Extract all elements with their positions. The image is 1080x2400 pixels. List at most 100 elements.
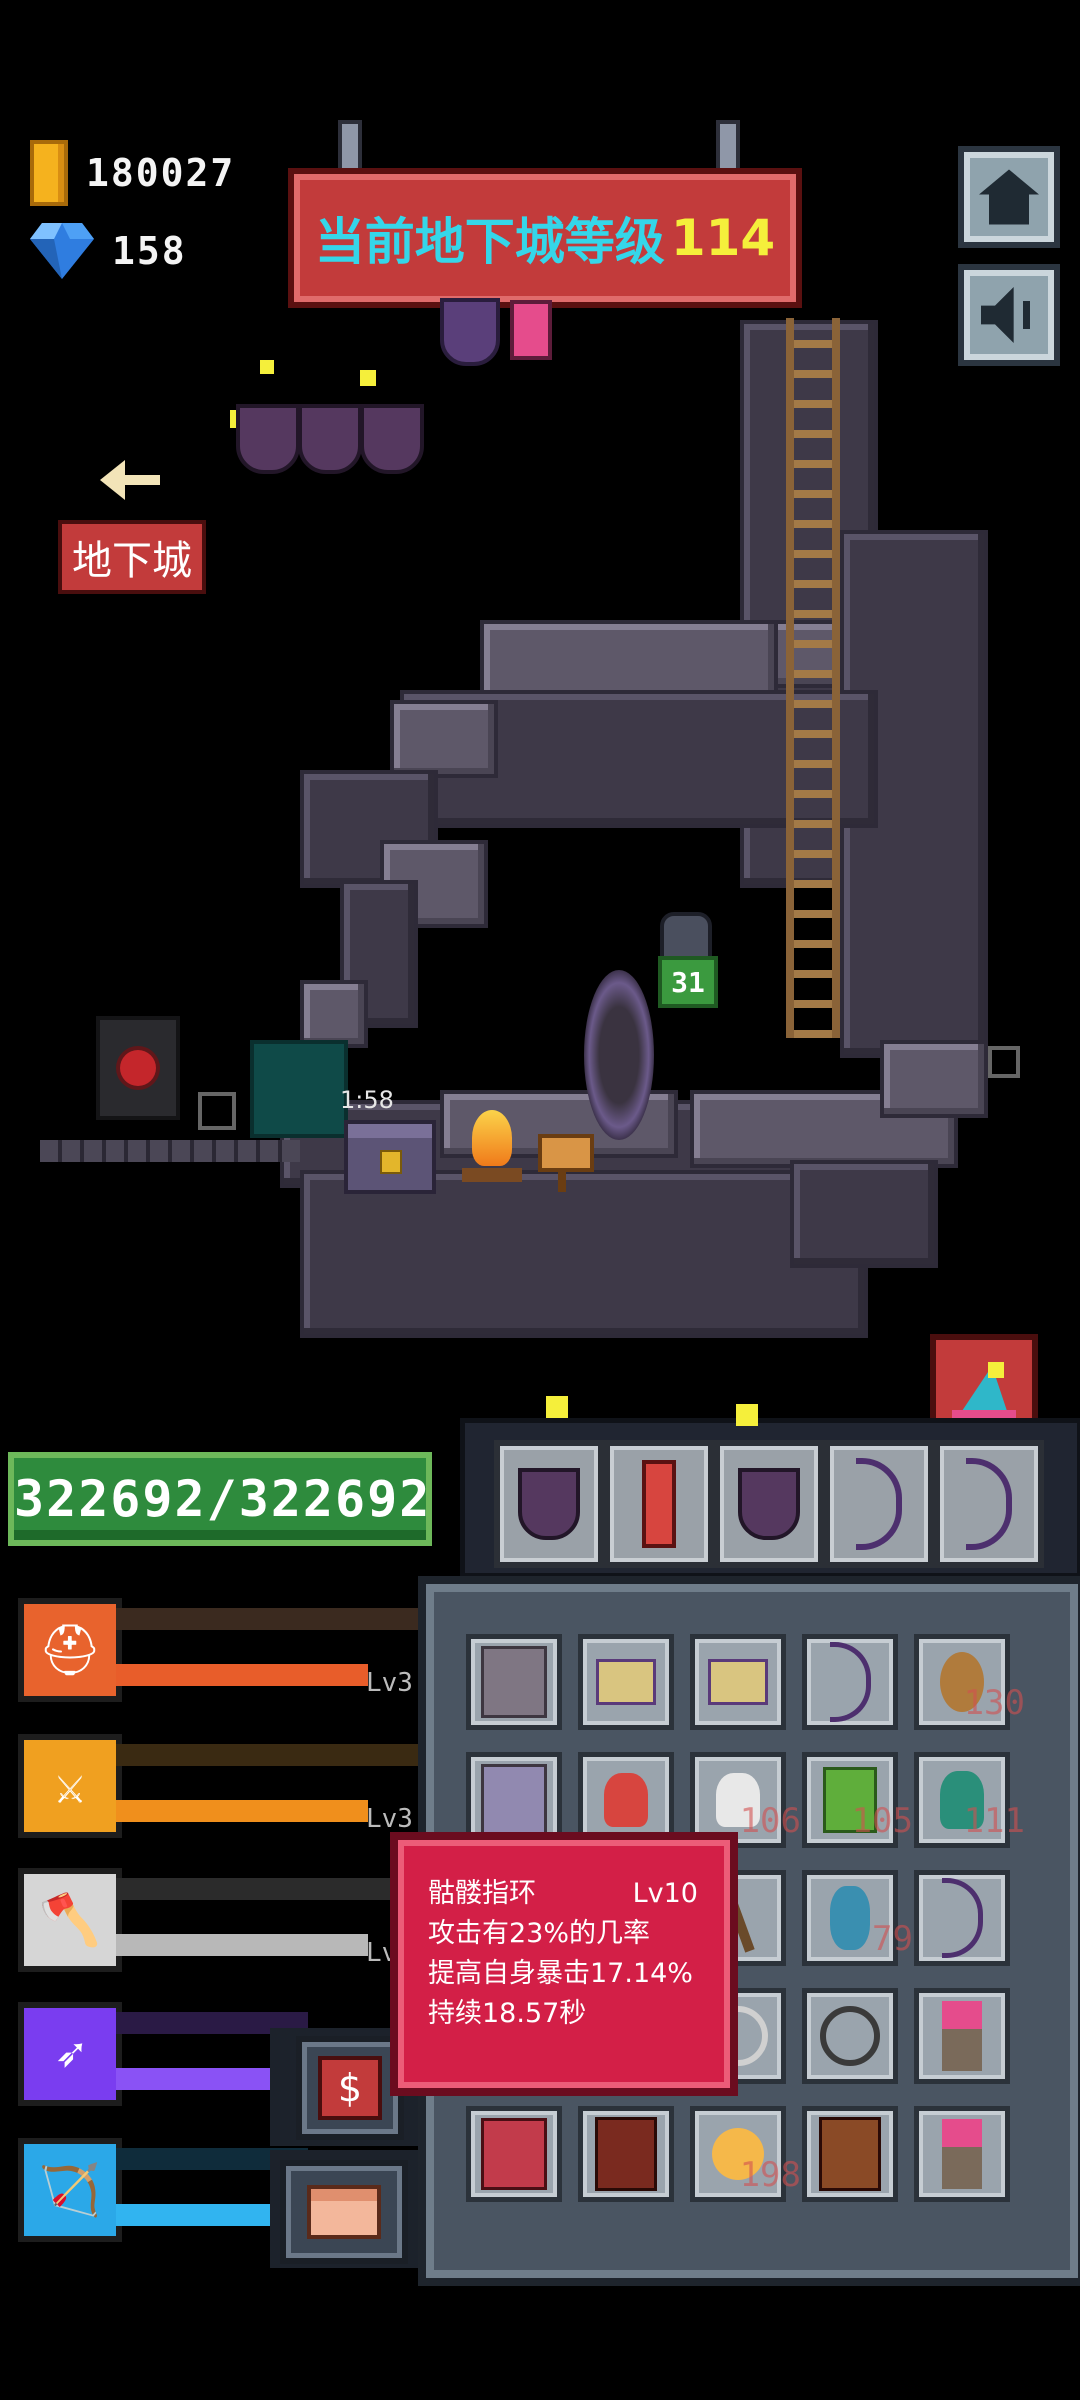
skull-hammer-icon — [708, 1659, 768, 1705]
skill-level: Lv3 — [366, 1668, 413, 1698]
banner-level: 114 — [670, 209, 776, 267]
red-potion-icon — [604, 1773, 648, 1827]
red-sword-icon — [642, 1460, 676, 1548]
tooltip-line: 持续18.57秒 — [428, 1998, 587, 2029]
gold-amount: 180027 — [86, 151, 236, 195]
shield-icon — [518, 1468, 580, 1540]
red-bow-map-icon — [481, 2118, 547, 2190]
portal[interactable] — [584, 970, 654, 1140]
skill-row-2[interactable]: ⚔ Lv3 — [18, 1734, 418, 1844]
bow-map-icon — [481, 1646, 547, 1718]
gem-counter: 158 — [30, 222, 187, 280]
inventory-slot[interactable] — [578, 1634, 674, 1730]
equip-slot-bow[interactable] — [824, 1440, 934, 1568]
inventory-slot[interactable] — [466, 2106, 562, 2202]
campfire[interactable] — [462, 1110, 522, 1186]
crossed-swords-icon: ⚔ — [18, 1734, 122, 1838]
inventory-slot[interactable] — [914, 2106, 1010, 2202]
sparkle — [736, 1404, 758, 1426]
item-count: 79 — [872, 1919, 913, 1959]
item-count: 130 — [963, 1683, 1025, 1723]
inventory-slot[interactable]: 105 — [802, 1752, 913, 1848]
inventory-slot[interactable]: 111 — [914, 1752, 1025, 1848]
ring-icon — [820, 2006, 880, 2066]
flame-icon — [472, 1110, 512, 1166]
skill-row-3[interactable]: 🪓 Lv — [18, 1868, 418, 1978]
player-hp-text: 322692/322692 — [14, 1470, 432, 1528]
enemy-sprite[interactable] — [660, 912, 712, 960]
tooltip-line: 提高自身暴击17.14% — [428, 1958, 693, 1989]
switch-icon[interactable] — [198, 1092, 236, 1130]
bow-arrows-icon: 🏹 — [18, 2138, 122, 2242]
equip-slot-sword[interactable] — [604, 1440, 714, 1568]
treasure-chest[interactable] — [344, 1120, 436, 1194]
inventory-slot[interactable] — [690, 1634, 786, 1730]
tooltip-item-name: 骷髅指环 — [428, 1878, 536, 1909]
bow-icon — [966, 1458, 1012, 1550]
inventory-slot[interactable] — [578, 2106, 674, 2202]
skull-hammer-icon — [596, 1659, 656, 1705]
skill-level: Lv3 — [366, 1804, 413, 1834]
blue-vase-icon — [830, 1886, 870, 1950]
ladder[interactable] — [786, 318, 840, 1038]
back-arrow-icon[interactable] — [100, 460, 160, 500]
signpost-pole — [558, 1168, 566, 1192]
inventory-slot[interactable]: 79 — [802, 1870, 913, 1966]
item-count: 111 — [963, 1801, 1025, 1841]
red-eye-icon — [120, 1050, 156, 1086]
helmet-icon: ⛑ — [18, 1598, 122, 1702]
wizard-hat-icon — [952, 1362, 1016, 1422]
item-count: 105 — [851, 1801, 913, 1841]
axe-icon: 🪓 — [18, 1868, 122, 1972]
banner-title: 当前地下城等级 — [314, 213, 665, 271]
diamond-icon — [30, 223, 94, 279]
dollar-icon: $ — [318, 2056, 382, 2120]
gold-counter: 180027 — [30, 140, 235, 206]
bow-icon — [829, 1642, 871, 1722]
item-tooltip: 骷髅指环 Lv10 攻击有23%的几率 提高自身暴击17.14% 持续18.57… — [390, 1832, 738, 2096]
spellbook-icon — [819, 2117, 881, 2191]
treasure-button[interactable] — [280, 2160, 408, 2264]
inventory-slot[interactable]: 130 — [914, 1634, 1025, 1730]
home-icon — [979, 169, 1039, 225]
gold-coin-icon — [30, 140, 68, 206]
equip-slot-bow-2[interactable] — [934, 1440, 1044, 1568]
shield-icon — [738, 1468, 800, 1540]
dungeon-button[interactable]: 地下城 — [58, 520, 206, 594]
home-button[interactable] — [958, 146, 1060, 248]
shop-button[interactable]: $ — [296, 2036, 404, 2140]
switch-icon[interactable] — [988, 1046, 1020, 1078]
chest-timer: 1:58 — [340, 1086, 394, 1114]
sparkle — [546, 1396, 568, 1418]
skill-row-1[interactable]: ⛑ Lv3 — [18, 1598, 418, 1708]
pink-axe-icon — [942, 2119, 982, 2189]
tooltip-line: 攻击有23%的几率 — [428, 1918, 651, 1949]
inventory-slot[interactable] — [914, 1870, 1010, 1966]
arrows-icon: ➶ — [18, 2002, 122, 2106]
tooltip-item-level: Lv10 — [632, 1878, 698, 1909]
bow-icon — [856, 1458, 902, 1550]
inventory-slot[interactable] — [466, 1634, 562, 1730]
item-count: 198 — [739, 2155, 801, 2195]
chest-icon — [307, 2185, 381, 2239]
inventory-slot[interactable] — [914, 1988, 1010, 2084]
player-hp-bar: 322692/322692 — [8, 1452, 432, 1546]
dungeon-level-banner: 当前地下城等级 114 — [288, 168, 802, 308]
equip-slot-shield[interactable] — [494, 1440, 604, 1568]
signpost[interactable] — [538, 1134, 594, 1172]
bow-icon — [941, 1878, 983, 1958]
inventory-slot[interactable]: 198 — [690, 2106, 801, 2202]
bow-map-icon — [481, 1764, 547, 1836]
dungeon-scene — [40, 300, 1030, 1360]
pink-axe-icon — [942, 2001, 982, 2071]
inventory-slot[interactable] — [802, 1988, 898, 2084]
item-count: 106 — [739, 1801, 801, 1841]
equip-slot-shield-2[interactable] — [714, 1440, 824, 1568]
spellbook-icon — [595, 2117, 657, 2191]
inventory-slot[interactable] — [802, 2106, 898, 2202]
inventory-slot[interactable] — [802, 1634, 898, 1730]
gem-amount: 158 — [112, 229, 187, 273]
enemy-level-badge: 31 — [658, 956, 718, 1008]
eye-totem[interactable] — [96, 1016, 180, 1120]
lock-icon — [380, 1150, 402, 1174]
